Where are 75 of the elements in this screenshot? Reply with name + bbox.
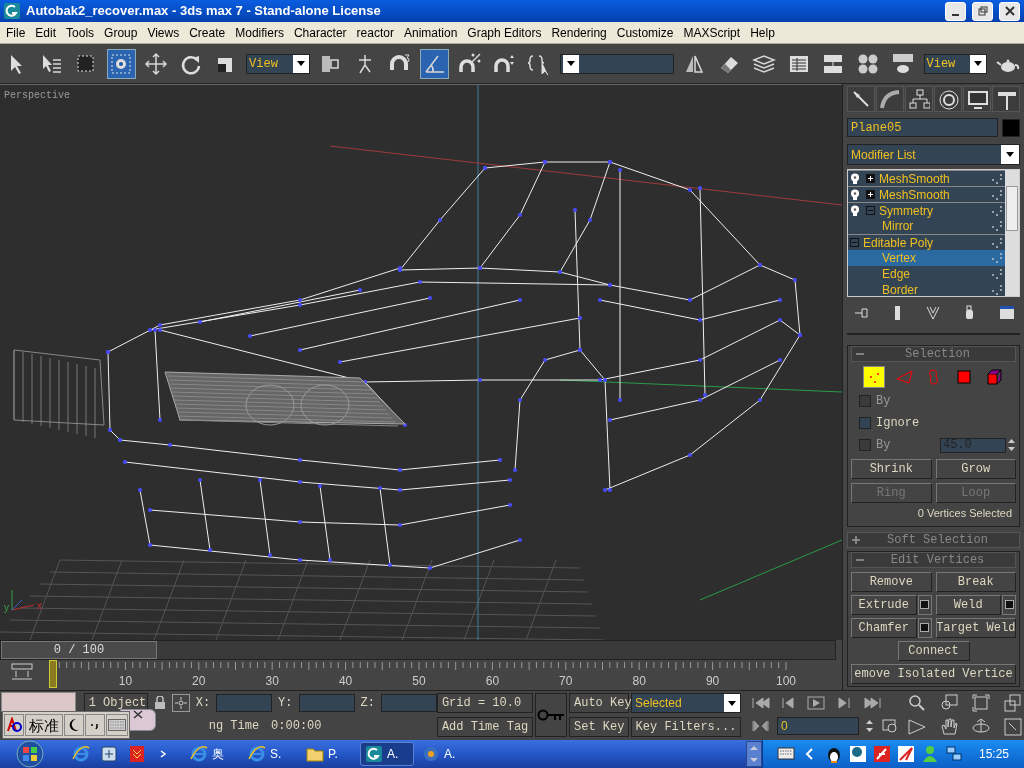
checkbox-label: By xyxy=(876,437,891,454)
modifier-stack-item[interactable]: MeshSmooth xyxy=(848,170,1005,186)
menu-item[interactable]: Create xyxy=(184,23,231,42)
frame-number: 90 xyxy=(705,673,720,690)
grid-spacing: Grid = 10.0 xyxy=(436,693,534,713)
coordinate-label: Y: xyxy=(278,695,293,712)
selection-status: 0 Vertices Selected xyxy=(917,506,1012,521)
dropdown[interactable]: View xyxy=(246,53,310,74)
time-value: 0:00:00 xyxy=(271,718,322,735)
edit-vertices-button[interactable]: Remove xyxy=(851,571,932,592)
frame-number: 70 xyxy=(559,673,573,690)
sub-object-item[interactable]: Border xyxy=(848,282,1005,296)
menu-item[interactable]: Views xyxy=(142,23,185,42)
time-slider-thumb[interactable]: 0 / 100 xyxy=(1,641,157,659)
edit-vertices-button[interactable]: Break xyxy=(935,571,1016,592)
selection-button[interactable]: Shrink xyxy=(851,459,932,479)
edit-vertices-button[interactable]: emove Isolated Vertice xyxy=(851,663,1016,684)
edit-vertices-button[interactable]: Chamfer xyxy=(851,617,917,638)
menu-item[interactable]: Rendering xyxy=(546,23,612,42)
dropdown[interactable]: View xyxy=(923,53,988,74)
edit-vertices-button[interactable]: Weld xyxy=(935,594,1001,615)
edit-vertices-button[interactable]: Extrude xyxy=(851,594,917,615)
coordinate-label: Z: xyxy=(360,695,375,712)
selection-button[interactable]: Grow xyxy=(935,459,1016,479)
taskbar-button[interactable]: 奥 xyxy=(186,742,240,766)
modifier-stack-item[interactable]: Symmetry xyxy=(848,202,1005,218)
clock: 15:25 xyxy=(979,746,1010,763)
menu-item[interactable]: Character xyxy=(288,23,352,42)
modifier-stack-item[interactable]: MeshSmooth xyxy=(848,186,1005,202)
taskbar-button[interactable]: A. xyxy=(360,742,414,766)
edit-vertices-button[interactable]: Target Weld xyxy=(935,617,1016,638)
checkbox-label: By xyxy=(876,393,891,410)
ime-layout-button[interactable]: 标准 xyxy=(25,714,63,736)
menu-item[interactable]: Group xyxy=(99,23,143,42)
auto-key-button[interactable]: Auto Key xyxy=(569,693,629,713)
menu-item[interactable]: Help xyxy=(745,23,780,42)
add-time-tag-button[interactable]: Add Time Tag xyxy=(436,717,534,737)
frame-number: 20 xyxy=(192,673,206,690)
time-slider-track[interactable]: 0 / 100 xyxy=(0,640,836,660)
perspective-viewport[interactable]: Perspective y x xyxy=(0,84,842,640)
taskbar-button[interactable]: P. xyxy=(302,742,356,766)
frame-number: 100 xyxy=(776,673,796,690)
menu-item[interactable]: Graph Editors xyxy=(462,23,547,42)
frame-number: 50 xyxy=(412,673,426,690)
time-label: ng Time xyxy=(208,718,260,735)
menu-item[interactable]: Customize xyxy=(611,23,679,42)
taskbar-button[interactable]: S. xyxy=(244,742,298,766)
sub-object-item[interactable]: Edge xyxy=(848,266,1005,282)
frame-number: 60 xyxy=(485,673,500,690)
sub-object-item[interactable]: Mirror xyxy=(848,218,1005,234)
frame-number: 80 xyxy=(632,673,646,690)
modifier-list-dropdown[interactable]: Modifier List xyxy=(847,144,1020,165)
menu-item[interactable]: File xyxy=(1,23,31,42)
set-key-button[interactable]: Set Key xyxy=(569,717,629,737)
current-frame-field[interactable]: 0 xyxy=(777,717,859,735)
menu-item[interactable]: Animation xyxy=(398,23,463,42)
key-mode-dropdown[interactable]: Selected xyxy=(631,693,741,713)
viewport-label: Perspective xyxy=(4,89,70,103)
menu-item[interactable]: Modifiers xyxy=(230,23,289,42)
frame-number: 10 xyxy=(118,673,133,690)
window-title: Autobak2_recover.max - 3ds max 7 - Stand-alone License xyxy=(26,2,381,21)
object-name-field[interactable]: Plane05 xyxy=(847,118,998,137)
taskbar-button[interactable]: A. xyxy=(418,742,472,766)
menu-item[interactable]: MAXScript xyxy=(678,23,746,42)
coordinate-label: X: xyxy=(195,695,211,712)
axis-label: y xyxy=(4,601,9,615)
axis-label: x xyxy=(37,599,42,613)
menu-item[interactable]: Edit xyxy=(30,23,62,42)
menu-item[interactable]: Tools xyxy=(61,23,100,42)
menu-item[interactable]: reactor xyxy=(351,23,399,42)
frame-number: 30 xyxy=(265,673,279,690)
key-filters-button[interactable]: Key Filters... xyxy=(631,717,741,737)
checkbox-label: Ignore xyxy=(876,415,920,432)
frame-number: 40 xyxy=(338,673,353,690)
edit-vertices-button[interactable]: Connect xyxy=(897,640,970,661)
